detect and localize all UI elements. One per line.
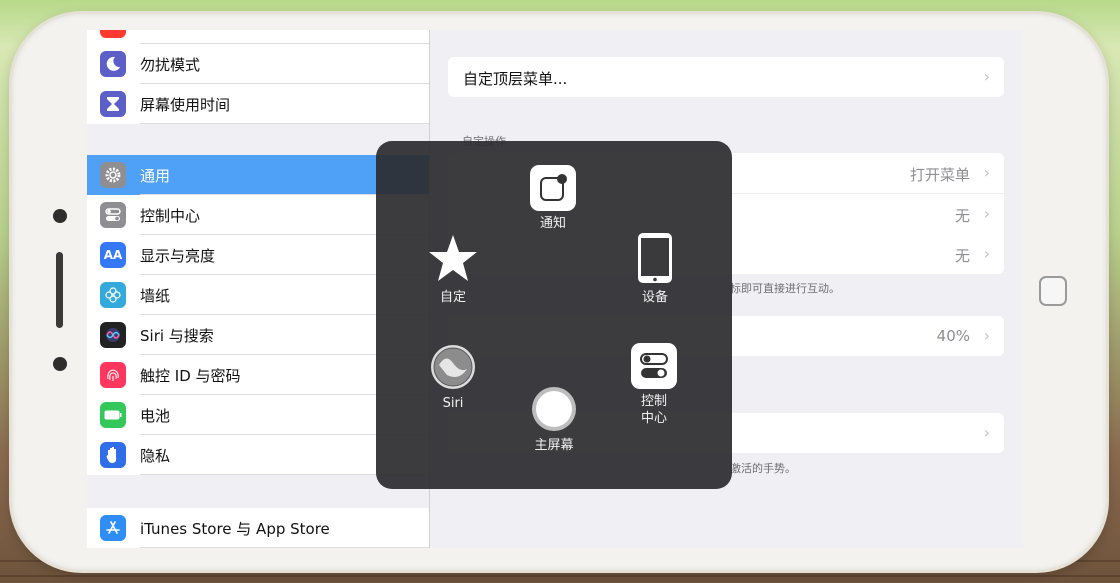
flower-icon (100, 282, 126, 308)
control-center-label: 控制 中心 (640, 394, 667, 426)
opacity-value: 40% (936, 327, 970, 345)
star-icon (429, 235, 477, 281)
chevron-right-icon: › (983, 423, 990, 442)
moon-icon (100, 51, 126, 77)
home-circle-icon (532, 387, 576, 431)
control-toggles-icon (631, 343, 677, 389)
sidebar-item-do-not-disturb[interactable]: 勿扰模式 (87, 44, 429, 84)
sidebar-item-label: 触控 ID 与密码 (140, 366, 241, 385)
assistive-touch-menu: 通知 自定 设备 Siri 主屏幕 控制 中心 (376, 141, 732, 489)
siri-button[interactable]: Siri (429, 343, 477, 412)
background-wood (0, 575, 1120, 577)
sidebar-item-label: 控制中心 (140, 206, 201, 225)
toggles-icon (100, 202, 126, 228)
speaker-slot (56, 252, 63, 328)
chevron-right-icon: › (983, 326, 990, 345)
sidebar-item-label: 屏幕使用时间 (140, 95, 231, 114)
sidebar-item-label: 显示与亮度 (140, 246, 216, 265)
custom-label: 自定 (439, 290, 466, 305)
notification-button[interactable]: 通知 (530, 165, 576, 232)
sidebar-item-label: 电池 (140, 406, 171, 425)
sidebar-item-label: 墙纸 (140, 286, 171, 305)
interact-footer: 标即可直接进行互动。 (730, 282, 840, 295)
siri-label: Siri (442, 396, 464, 411)
action-value: 无 (954, 247, 970, 265)
hourglass-icon (100, 91, 126, 117)
battery-icon (100, 402, 126, 428)
ipad-device-icon (638, 233, 672, 283)
chevron-right-icon: › (983, 163, 990, 182)
gesture-footer: 激活的手势。 (730, 462, 796, 475)
app-store-icon (100, 515, 126, 541)
hand-icon (100, 442, 126, 468)
action-value: 无 (954, 207, 970, 225)
chevron-right-icon: › (983, 204, 990, 223)
custom-top-menu-label: 自定顶层菜单... (463, 70, 568, 88)
notification-label: 通知 (539, 216, 566, 231)
custom-button[interactable]: 自定 (426, 233, 480, 306)
custom-top-menu-row[interactable]: 自定顶层菜单... › (448, 57, 1004, 97)
device-button[interactable]: 设备 (635, 231, 675, 306)
gear-icon (100, 162, 126, 188)
sidebar-item-label: 勿扰模式 (140, 55, 201, 74)
device-label: 设备 (641, 290, 668, 305)
sidebar-item-label: iTunes Store 与 App Store (140, 519, 330, 538)
camera-dot (53, 209, 67, 223)
action-value: 打开菜单 (909, 166, 970, 184)
chevron-right-icon: › (983, 244, 990, 263)
home-screen-label: 主屏幕 (534, 438, 574, 453)
partial-icon (100, 30, 126, 38)
chevron-right-icon: › (983, 67, 990, 86)
sidebar-item-app-store[interactable]: iTunes Store 与 App Store (87, 508, 429, 548)
sidebar-item-label: Siri 与搜索 (140, 326, 214, 345)
text-size-icon: AA (100, 242, 126, 268)
sidebar-item-screen-time[interactable]: 屏幕使用时间 (87, 84, 429, 124)
siri-icon (100, 322, 126, 348)
sidebar-item-partial[interactable] (87, 30, 429, 44)
control-center-button[interactable]: 控制 中心 (631, 343, 677, 427)
notification-icon (530, 165, 576, 211)
sidebar-item-label: 隐私 (140, 446, 171, 465)
fingerprint-icon (100, 362, 126, 388)
siri-orb-icon (431, 345, 475, 389)
home-button[interactable] (1039, 276, 1067, 306)
sensor-dot (53, 357, 67, 371)
sidebar-item-label: 通用 (140, 166, 171, 185)
home-screen-button[interactable]: 主屏幕 (530, 385, 578, 454)
